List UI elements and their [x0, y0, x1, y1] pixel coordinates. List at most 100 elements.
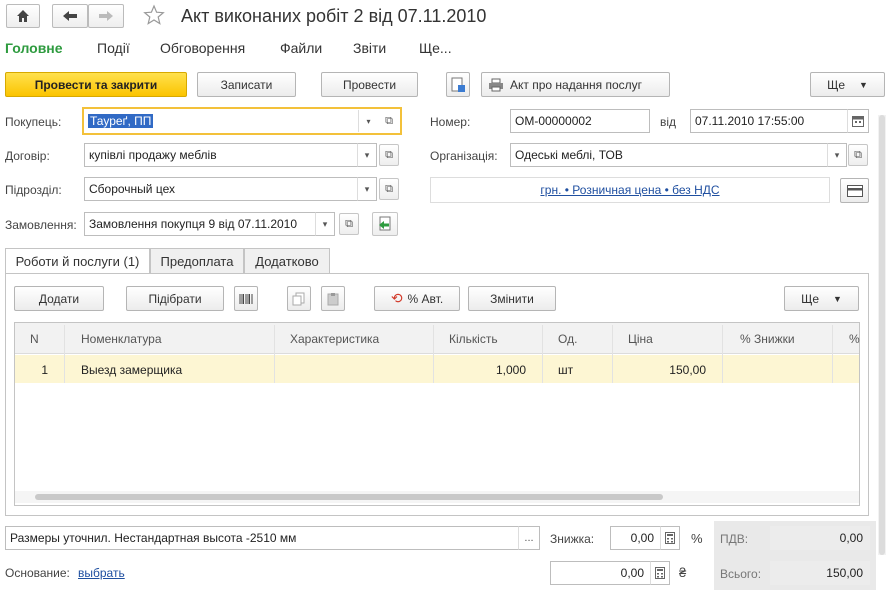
paste-rows-button[interactable] [321, 286, 345, 311]
amount-calculator-button[interactable] [650, 561, 670, 585]
table-more-label: Ще [801, 291, 819, 306]
form-scrollbar-thumb[interactable] [879, 115, 885, 555]
more-actions-button[interactable]: Ще ▼ [810, 72, 885, 97]
price-settings-link[interactable]: грн. • Розничная цена • без НДС [540, 183, 719, 197]
change-button[interactable]: Змінити [468, 286, 556, 311]
col-header-characteristic[interactable]: Характеристика [290, 325, 379, 352]
col-divider [542, 325, 543, 383]
document-link-icon [451, 77, 465, 92]
menu-reports[interactable]: Звіти [353, 40, 386, 56]
back-button[interactable] [52, 4, 88, 28]
tab-prepayment[interactable]: Предоплата [150, 248, 244, 274]
col-header-n[interactable]: N [30, 325, 39, 352]
order-dropdown-icon[interactable]: ▾ [315, 212, 335, 236]
buyer-field[interactable]: Тауреґ, ПП [82, 107, 402, 135]
document-structure-button[interactable] [446, 72, 470, 97]
col-header-quantity[interactable]: Кількість [449, 325, 498, 352]
chevron-down-icon: ▼ [833, 293, 842, 304]
cell-n[interactable]: 1 [20, 356, 48, 383]
copy-rows-button[interactable] [287, 286, 311, 311]
col-header-price[interactable]: Ціна [628, 325, 653, 352]
order-open-icon[interactable]: ⧉ [339, 213, 359, 235]
number-label: Номер: [430, 115, 471, 129]
home-button[interactable] [6, 4, 40, 28]
currency-sign: ₴ [679, 565, 687, 580]
auto-discount-label: % Авт. [407, 291, 444, 306]
vat-label: ПДВ: [720, 532, 749, 546]
buyer-dropdown-icon[interactable]: ▾ [358, 110, 378, 132]
discount-field[interactable]: 0,00 [610, 526, 661, 550]
fill-from-order-button[interactable] [372, 212, 398, 236]
department-open-icon[interactable]: ⧉ [379, 178, 399, 200]
basis-select-link[interactable]: выбрать [78, 566, 125, 580]
menu-discussions[interactable]: Обговорення [160, 40, 245, 56]
col-divider [64, 325, 65, 383]
col-header-discount[interactable]: % Знижки [740, 325, 795, 352]
date-field[interactable]: 07.11.2010 17:55:00 [690, 109, 848, 133]
contract-dropdown-icon[interactable]: ▾ [357, 143, 377, 167]
total-label: Всього: [720, 567, 762, 581]
col-divider [722, 325, 723, 383]
tab-additional[interactable]: Додатково [244, 248, 330, 274]
add-row-button[interactable]: Додати [14, 286, 104, 311]
organization-label: Організація: [430, 149, 498, 163]
menu-more[interactable]: Ще... [419, 40, 452, 56]
save-button[interactable]: Записати [197, 72, 296, 97]
discount-label: Знижка: [550, 532, 595, 546]
order-field[interactable]: Замовлення покупця 9 від 07.11.2010 [84, 212, 316, 236]
contract-label: Договір: [5, 149, 50, 163]
menu-files[interactable]: Файли [280, 40, 322, 56]
comment-field[interactable]: Размеры уточнил. Нестандартная высота -2… [5, 526, 519, 550]
col-header-percent[interactable]: % [849, 325, 860, 352]
cell-price[interactable]: 150,00 [615, 356, 706, 383]
cell-unit[interactable]: шт [558, 356, 573, 383]
department-field[interactable]: Сборочный цех [84, 177, 358, 201]
col-divider [832, 325, 833, 383]
cell-quantity[interactable]: 1,000 [436, 356, 526, 383]
cell-item[interactable]: Выезд замерщика [81, 356, 182, 383]
favorite-star-button[interactable] [143, 4, 165, 29]
organization-field[interactable]: Одеські меблі, ТОВ [510, 143, 828, 167]
buyer-label: Покупець: [5, 115, 62, 129]
buyer-open-icon[interactable]: ⧉ [378, 110, 400, 132]
form-scrollbar[interactable] [878, 115, 886, 555]
tab-works-services[interactable]: Роботи й послуги (1) [5, 248, 150, 274]
calculator-icon [665, 532, 675, 544]
contract-field[interactable]: купівлі продажу меблів [84, 143, 358, 167]
table-hscrollbar-thumb[interactable] [35, 494, 663, 500]
barcode-button[interactable] [234, 286, 258, 311]
basis-label: Основание: [5, 566, 70, 580]
date-label: від [660, 115, 677, 129]
comment-expand-button[interactable]: ... [518, 526, 540, 550]
post-button[interactable]: Провести [321, 72, 418, 97]
chevron-down-icon: ▼ [859, 79, 868, 90]
calendar-button[interactable] [847, 109, 869, 133]
vat-value: 0,00 [770, 526, 870, 550]
home-icon [17, 10, 29, 22]
contract-open-icon[interactable]: ⧉ [379, 144, 399, 166]
menu-events[interactable]: Події [97, 40, 130, 56]
col-header-unit[interactable]: Од. [558, 325, 577, 352]
copy-icon [292, 292, 305, 305]
department-dropdown-icon[interactable]: ▾ [357, 177, 377, 201]
order-label: Замовлення: [5, 218, 77, 232]
print-act-button[interactable]: Акт про надання послуг [481, 72, 670, 97]
post-and-close-button[interactable]: Провести та закрити [5, 72, 187, 97]
table-more-button[interactable]: Ще ▼ [784, 286, 859, 311]
table-hscrollbar[interactable] [15, 491, 859, 503]
menu-main[interactable]: Головне [5, 40, 63, 56]
discount-amount-field[interactable]: 0,00 [550, 561, 651, 585]
organization-dropdown-icon[interactable]: ▾ [827, 143, 847, 167]
number-field[interactable]: ОМ-00000002 [510, 109, 650, 133]
pick-items-button[interactable]: Підібрати [126, 286, 224, 311]
calculator-icon [655, 567, 665, 579]
discount-calculator-button[interactable] [660, 526, 680, 550]
col-divider [274, 325, 275, 383]
calendar-icon [852, 115, 864, 127]
auto-discount-button[interactable]: ⟲ % Авт. [374, 286, 460, 311]
col-header-item[interactable]: Номенклатура [81, 325, 162, 352]
forward-button[interactable] [88, 4, 124, 28]
price-settings-button[interactable] [840, 178, 869, 203]
organization-open-icon[interactable]: ⧉ [848, 144, 868, 166]
buyer-value: Тауреґ, ПП [88, 114, 154, 128]
